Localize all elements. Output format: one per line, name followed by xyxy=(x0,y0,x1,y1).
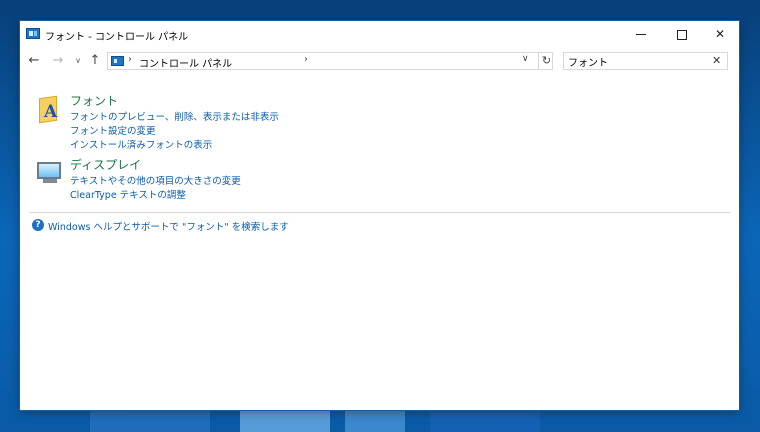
help-icon: ? xyxy=(32,219,44,231)
title-bar[interactable]: フォント - コントロール パネル ✕ xyxy=(20,21,739,48)
search-input[interactable] xyxy=(566,54,710,68)
link-change-text-size[interactable]: テキストやその他の項目の大きさの変更 xyxy=(70,173,241,187)
up-button[interactable]: ↑ xyxy=(86,50,104,72)
arrow-right-icon: → xyxy=(52,53,64,68)
refresh-icon: ↻ xyxy=(541,54,552,67)
search-box[interactable]: ✕ xyxy=(563,52,728,70)
link-view-installed-fonts[interactable]: インストール済みフォントの表示 xyxy=(70,137,212,151)
forward-button[interactable]: → xyxy=(49,50,67,72)
recent-locations-button[interactable]: ∨ xyxy=(72,50,84,72)
link-font-settings[interactable]: フォント設定の変更 xyxy=(70,123,156,137)
group-title-display[interactable]: ディスプレイ xyxy=(70,156,141,173)
chevron-down-icon: ∨ xyxy=(75,56,81,65)
divider xyxy=(30,212,730,213)
control-panel-icon xyxy=(111,56,124,66)
refresh-button[interactable]: ↻ xyxy=(538,52,554,70)
address-dropdown-button[interactable]: ∨ xyxy=(522,54,529,64)
link-font-preview-delete[interactable]: フォントのプレビュー、削除、表示または非表示 xyxy=(70,109,279,123)
arrow-left-icon: ← xyxy=(28,53,40,68)
breadcrumb-separator[interactable]: › xyxy=(304,54,308,65)
link-cleartype-adjust[interactable]: ClearType テキストの調整 xyxy=(70,187,186,201)
help-search-link[interactable]: ? Windows ヘルプとサポートで "フォント" を検索します xyxy=(32,219,532,233)
minimize-icon xyxy=(636,34,646,35)
window-title: フォント - コントロール パネル xyxy=(45,32,189,43)
help-search-text[interactable]: Windows ヘルプとサポートで "フォント" を検索します xyxy=(48,219,289,233)
search-results: A フォント フォントのプレビュー、削除、表示または非表示 フォント設定の変更 … xyxy=(20,81,739,410)
minimize-button[interactable] xyxy=(622,21,660,48)
search-clear-button[interactable]: ✕ xyxy=(712,54,721,67)
back-button[interactable]: ← xyxy=(25,50,43,72)
fonts-folder-icon: A xyxy=(36,94,66,124)
display-monitor-icon xyxy=(36,158,66,188)
group-title-fonts[interactable]: フォント xyxy=(70,92,118,109)
navigation-bar: ← → ∨ ↑ › コントロール パネル › ∨ ↻ ✕ xyxy=(20,50,739,72)
control-panel-window: フォント - コントロール パネル ✕ ← → ∨ ↑ › コントロール パネル… xyxy=(20,21,739,410)
breadcrumb-separator[interactable]: › xyxy=(128,54,132,65)
maximize-button[interactable] xyxy=(663,21,701,48)
maximize-icon xyxy=(677,29,687,40)
close-button[interactable]: ✕ xyxy=(701,21,739,48)
close-icon: ✕ xyxy=(712,54,722,67)
arrow-up-icon: ↑ xyxy=(89,53,101,68)
breadcrumb-control-panel[interactable]: コントロール パネル xyxy=(139,55,232,70)
close-icon: ✕ xyxy=(714,27,726,41)
control-panel-icon xyxy=(26,28,40,39)
chevron-down-icon: ∨ xyxy=(522,54,529,64)
address-bar[interactable]: › コントロール パネル › ∨ ↻ xyxy=(107,52,553,70)
